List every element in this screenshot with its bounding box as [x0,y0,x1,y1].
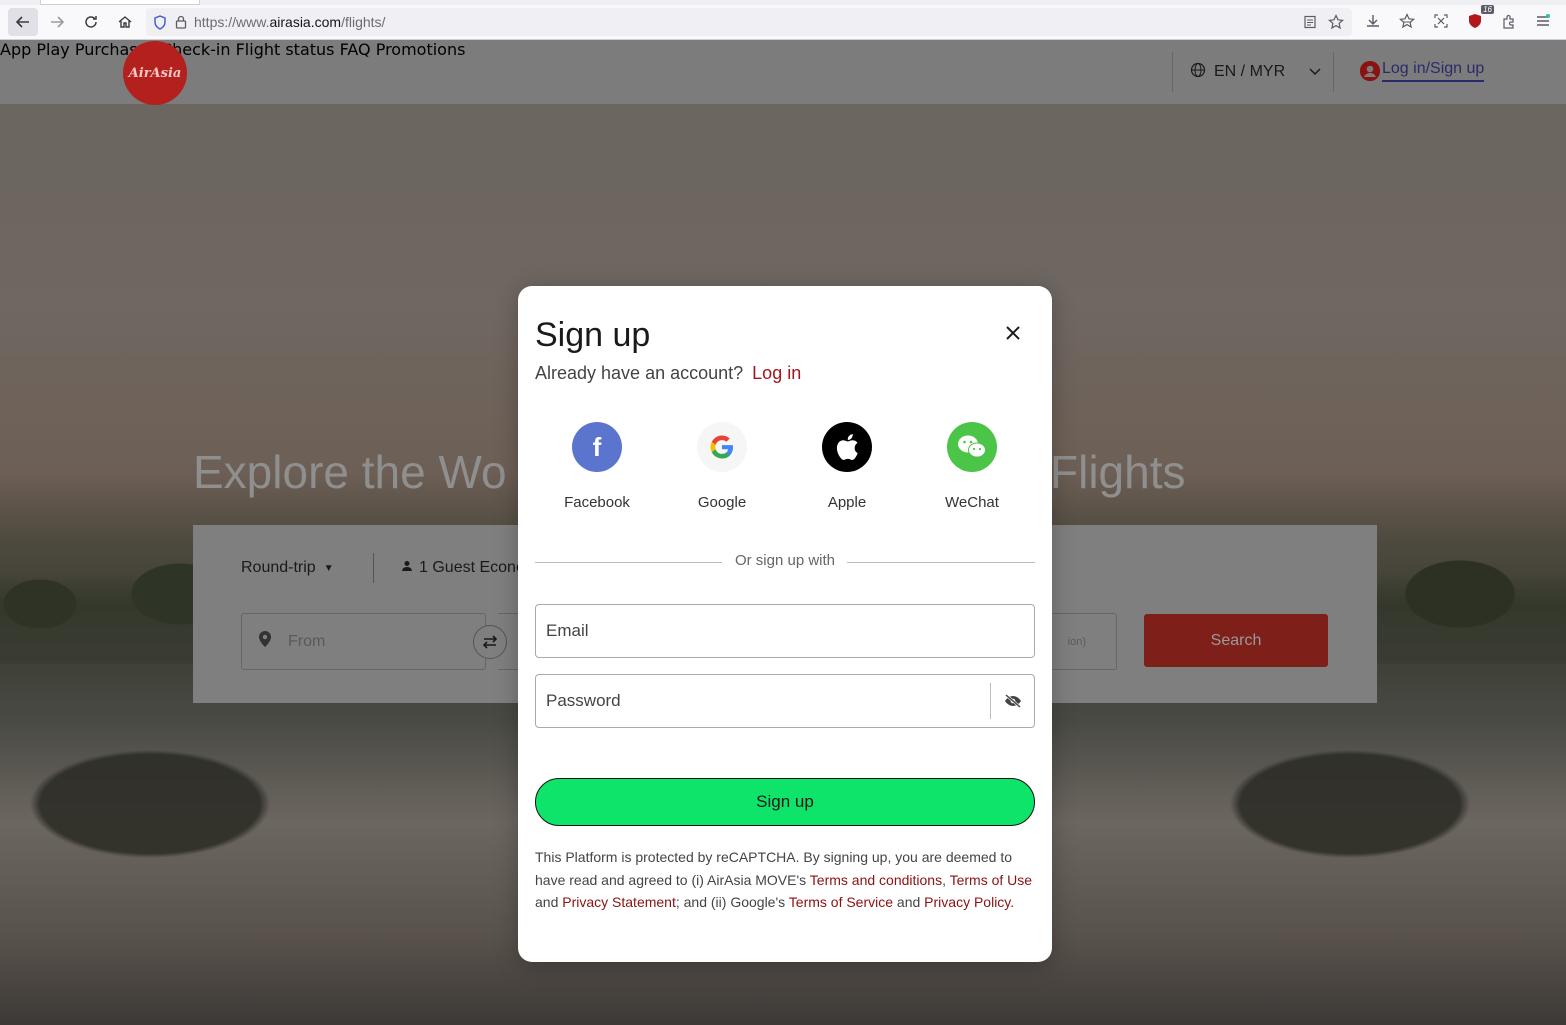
signup-button[interactable]: Sign up [535,778,1035,826]
privacy-statement-link[interactable]: Privacy Statement [562,894,676,910]
airasia-logo[interactable]: AirAsia [123,41,187,105]
or-divider: Or sign up with [535,552,1035,572]
browser-toolbar: https://www.airasia.com/flights/ 16 [0,0,1566,40]
nav-faq[interactable]: FAQ [340,40,371,59]
terms-conditions-link[interactable]: Terms and conditions [810,872,942,888]
return-field[interactable]: ion) [1049,613,1117,670]
forward-button[interactable] [42,8,72,36]
apple-icon [822,422,872,472]
guest-label: 1 Guest Econo [419,559,525,576]
email-field[interactable] [535,604,1035,658]
already-account-text: Already have an account? Log in [535,363,801,384]
already-account-label: Already have an account? [535,363,744,383]
login-signup-link[interactable]: Log in/Sign up [1360,60,1485,82]
nav-promotions[interactable]: Promotions [376,40,466,59]
ublock-origin-icon[interactable]: 16 [1462,5,1494,34]
home-button[interactable] [110,8,140,36]
caret-down-icon: ▼ [323,562,334,574]
trip-type-label: Round-trip [241,559,316,576]
return-partial-label: ion) [1067,635,1086,648]
logo-text: AirAsia [128,65,182,81]
close-button[interactable] [1000,320,1026,346]
lock-icon[interactable] [174,14,188,30]
legal-text-part: . [1010,894,1015,910]
login-signup-label: Log in/Sign up [1382,60,1485,82]
facebook-icon: f [572,422,622,472]
google-label: Google [697,494,747,511]
legal-text-part: and [893,894,925,910]
person-icon [401,559,413,577]
forward-arrow-icon [51,16,65,28]
login-link[interactable]: Log in [752,363,801,383]
bookmark-star-icon[interactable] [1326,12,1346,32]
back-button[interactable] [8,8,38,36]
language-label: EN / MYR [1214,63,1286,80]
from-placeholder: From [288,632,326,650]
card-divider [373,553,374,583]
apple-label: Apple [827,494,867,511]
password-field[interactable] [535,674,1035,728]
shield-icon[interactable] [152,14,168,30]
reader-view-icon[interactable] [1300,12,1320,32]
extensions-icon[interactable] [1496,8,1522,34]
nav-app[interactable]: App [0,40,31,59]
screenshot-icon[interactable] [1428,8,1454,34]
tab-strip [0,0,1566,5]
signup-modal: Sign up Already have an account? Log in … [518,286,1052,962]
wechat-icon [947,422,997,472]
wechat-label: WeChat [945,494,999,511]
reload-button[interactable] [76,8,106,36]
trip-type-dropdown[interactable]: Round-trip ▼ [241,559,334,577]
google-icon [697,422,747,472]
header-divider [1172,52,1173,92]
hero-title: Explore the Wo [193,446,507,498]
nav-flight-status[interactable]: Flight status [236,40,335,59]
globe-icon [1190,62,1206,82]
menu-icon[interactable] [1530,8,1556,34]
password-divider [990,683,991,719]
terms-of-service-link[interactable]: Terms of Service [789,894,893,910]
modal-title: Sign up [535,316,651,354]
site-header: AirAsia App Play Purchases Check-in Flig… [0,40,1566,105]
ublock-badge: 16 [1481,5,1494,14]
legal-text-part: , [942,871,950,888]
legal-text-part: ; and (ii) Google's [675,894,789,910]
home-icon [118,16,132,28]
from-field[interactable]: From [241,613,486,670]
legal-text: This Platform is protected by reCAPTCHA.… [535,846,1035,914]
user-icon [1360,61,1380,81]
close-icon [1006,326,1020,340]
facebook-signup-button[interactable]: f Facebook [542,422,652,511]
terms-of-use-link[interactable]: Terms of Use [950,872,1032,888]
back-arrow-icon [15,16,29,28]
google-signup-button[interactable]: Google [667,422,777,511]
legal-text-part: and [535,894,563,910]
apple-signup-button[interactable]: Apple [792,422,902,511]
facebook-label: Facebook [564,494,630,511]
hero-title-end: Flights [1050,446,1186,498]
password-input[interactable] [546,691,966,711]
swap-icon [482,635,498,649]
location-pin-icon [258,630,272,653]
eye-off-icon[interactable] [1002,690,1024,712]
reload-icon [85,16,97,28]
email-input[interactable] [546,621,966,641]
address-bar[interactable]: https://www.airasia.com/flights/ [146,8,1352,36]
downloads-icon[interactable] [1360,8,1386,34]
page-content: AirAsia App Play Purchases Check-in Flig… [0,40,1566,1025]
guest-selector[interactable]: 1 Guest Econo [401,559,525,577]
privacy-policy-link[interactable]: Privacy Policy [924,894,1010,910]
or-divider-text: Or sign up with [734,552,836,569]
wechat-signup-button[interactable]: WeChat [917,422,1027,511]
url-text[interactable]: https://www.airasia.com/flights/ [194,14,385,30]
language-selector[interactable]: EN / MYR [1190,62,1321,82]
header-divider [1333,52,1334,92]
search-button[interactable]: Search [1144,614,1328,667]
bookmarks-icon[interactable] [1394,8,1420,34]
active-tab[interactable] [40,0,200,5]
chevron-down-icon [1309,65,1321,79]
nav-play[interactable]: Play [36,40,69,59]
